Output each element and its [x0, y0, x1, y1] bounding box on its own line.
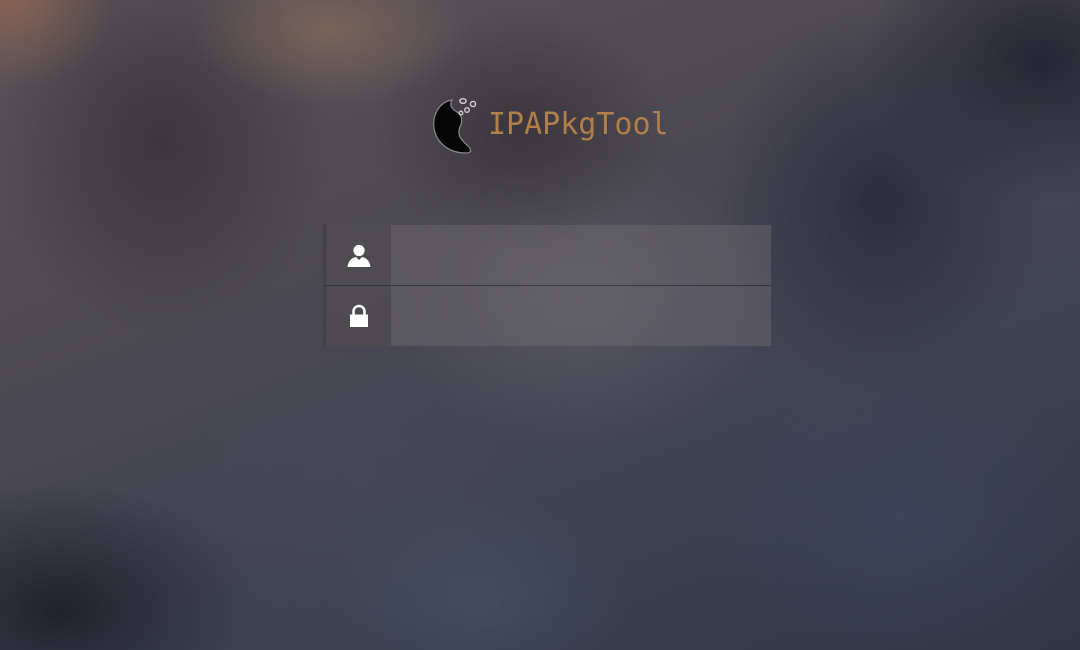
app-logo: IPAPkgTool — [430, 96, 669, 156]
password-input[interactable] — [391, 286, 771, 346]
username-icon-box — [323, 225, 391, 285]
app-title: IPAPkgTool — [488, 106, 669, 142]
username-field — [323, 225, 771, 285]
password-field — [323, 285, 771, 346]
login-form — [323, 225, 771, 346]
paisley-logo-icon — [433, 98, 477, 154]
username-input[interactable] — [391, 225, 771, 285]
user-icon — [347, 244, 370, 267]
lock-icon — [349, 304, 368, 327]
password-icon-box — [323, 286, 391, 346]
